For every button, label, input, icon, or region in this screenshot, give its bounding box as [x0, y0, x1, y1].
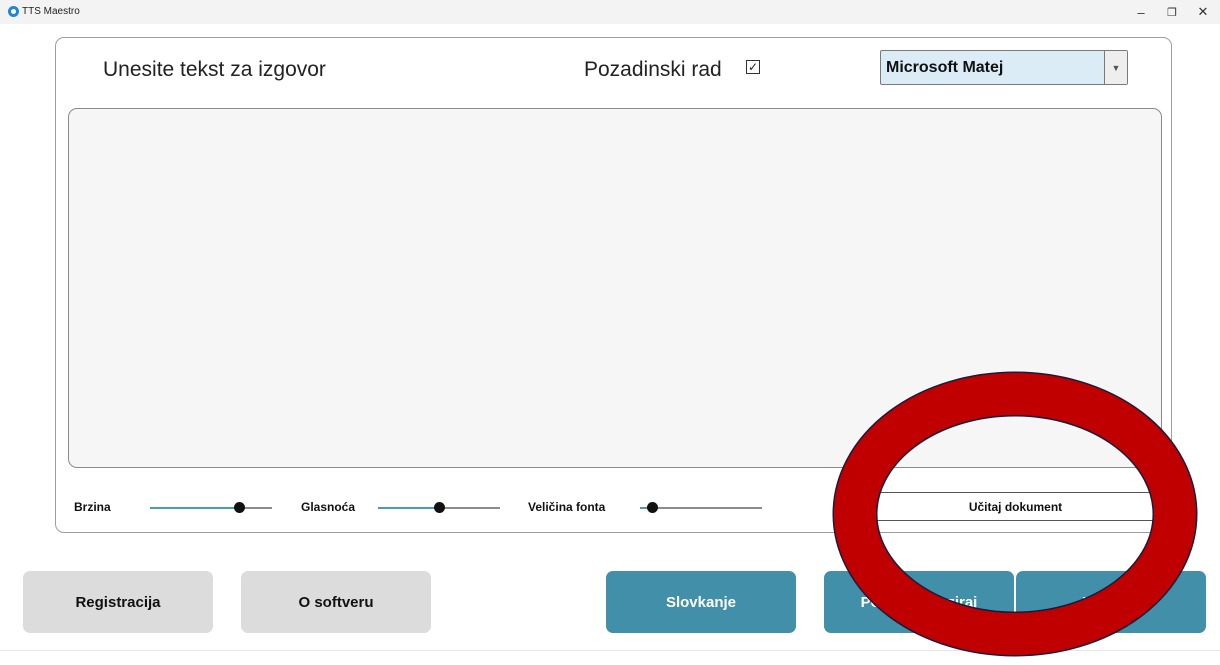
main-panel: Unesite tekst za izgovor Pozadinski rad … — [55, 37, 1172, 533]
bottom-divider — [0, 650, 1220, 651]
voice-select[interactable]: Microsoft Matej ▼ — [880, 50, 1128, 85]
background-mode-checkbox[interactable]: ✓ — [746, 60, 760, 74]
dropdown-arrow-icon[interactable]: ▼ — [1104, 51, 1127, 84]
title-bar: TTS Maestro – ❐ ✕ — [0, 0, 1220, 24]
volume-slider[interactable] — [378, 502, 500, 513]
load-document-button[interactable]: Učitaj dokument — [870, 492, 1161, 521]
restore-button[interactable]: ❐ — [1155, 0, 1189, 24]
close-button[interactable]: ✕ — [1186, 0, 1220, 24]
text-prompt-label: Unesite tekst za izgovor — [103, 58, 326, 81]
speed-slider-fill — [150, 507, 240, 509]
background-mode-label: Pozadinski rad — [584, 58, 722, 81]
start-pause-button[interactable]: Pokreni/Pauziraj — [824, 571, 1014, 633]
speed-label: Brzina — [74, 500, 111, 514]
window-title: TTS Maestro — [22, 6, 80, 17]
speed-slider-thumb[interactable] — [234, 502, 246, 513]
voice-selected-value: Microsoft Matej — [886, 59, 1004, 76]
minimize-button[interactable]: – — [1124, 0, 1158, 24]
about-button[interactable]: O softveru — [241, 571, 431, 633]
volume-slider-fill — [378, 507, 439, 509]
speech-text-input[interactable] — [68, 108, 1162, 468]
speak-button[interactable]: Izgovori — [1016, 571, 1206, 633]
volume-label: Glasnoća — [301, 500, 356, 514]
font-size-slider-thumb[interactable] — [647, 502, 659, 513]
font-size-slider[interactable] — [640, 502, 762, 513]
register-button[interactable]: Registracija — [23, 571, 213, 633]
speed-slider[interactable] — [150, 502, 272, 513]
app-logo-icon — [8, 6, 19, 17]
spelling-button[interactable]: Slovkanje — [606, 571, 796, 633]
volume-slider-thumb[interactable] — [434, 502, 445, 513]
font-size-label: Veličina fonta — [528, 500, 606, 514]
